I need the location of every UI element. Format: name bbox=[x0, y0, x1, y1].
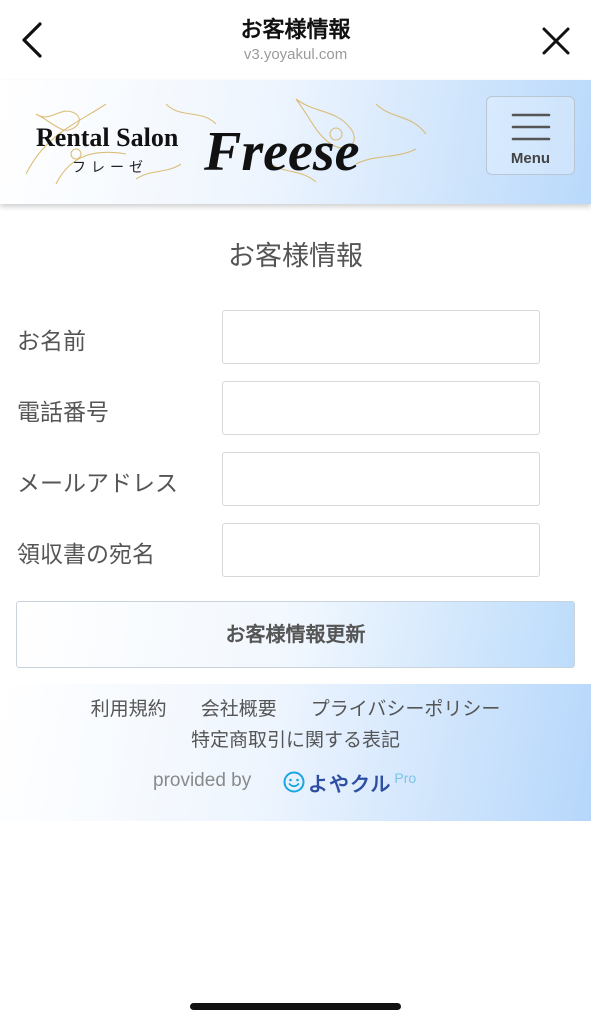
footer: 利用規約 会社概要 プライバシーポリシー 特定商取引に関する表記 provide… bbox=[0, 684, 591, 821]
email-label: メールアドレス bbox=[17, 471, 178, 497]
home-indicator[interactable] bbox=[190, 1003, 401, 1010]
logo-kana-text: フレーゼ bbox=[72, 160, 148, 176]
yoyakul-brand-name: よやクル bbox=[308, 771, 392, 796]
footer-links: 利用規約 会社概要 プライバシーポリシー bbox=[0, 694, 591, 721]
phone-label: 電話番号 bbox=[17, 400, 109, 426]
yoyakul-brand[interactable]: よやクル Pro bbox=[283, 768, 416, 796]
tokushoho-link[interactable]: 特定商取引に関する表記 bbox=[0, 725, 591, 752]
provided-by-text: provided by bbox=[153, 770, 252, 791]
site-header: Rental Salon フレーゼ Freese Menu bbox=[0, 80, 591, 204]
receipt-name-input[interactable] bbox=[222, 523, 540, 577]
privacy-link[interactable]: プライバシーポリシー bbox=[311, 698, 501, 720]
yoyakul-pro-label: Pro bbox=[394, 770, 417, 786]
email-input[interactable] bbox=[222, 452, 540, 506]
terms-link[interactable]: 利用規約 bbox=[91, 698, 167, 720]
name-label: お名前 bbox=[17, 329, 86, 355]
phone-input[interactable] bbox=[222, 381, 540, 435]
smile-icon bbox=[283, 771, 305, 793]
menu-button[interactable]: Menu bbox=[486, 96, 575, 175]
close-icon[interactable] bbox=[537, 20, 575, 60]
menu-label: Menu bbox=[510, 150, 551, 167]
browser-title: お客様情報 bbox=[240, 18, 351, 43]
hamburger-icon bbox=[511, 112, 551, 142]
page-title: お客様情報 bbox=[228, 241, 363, 272]
logo-rental-salon-text: Rental Salon bbox=[36, 123, 179, 152]
update-customer-info-button[interactable]: お客様情報更新 bbox=[16, 601, 575, 668]
browser-url: v3.yoyakul.com bbox=[243, 46, 348, 63]
name-input[interactable] bbox=[222, 310, 540, 364]
browser-top-bar: お客様情報 v3.yoyakul.com bbox=[0, 0, 591, 80]
company-link[interactable]: 会社概要 bbox=[201, 698, 277, 720]
salon-logo[interactable]: Rental Salon フレーゼ Freese bbox=[16, 94, 430, 188]
update-button-label: お客様情報更新 bbox=[225, 622, 366, 646]
receipt-name-label: 領収書の宛名 bbox=[17, 542, 155, 568]
logo-script-text: Freese bbox=[203, 121, 360, 183]
